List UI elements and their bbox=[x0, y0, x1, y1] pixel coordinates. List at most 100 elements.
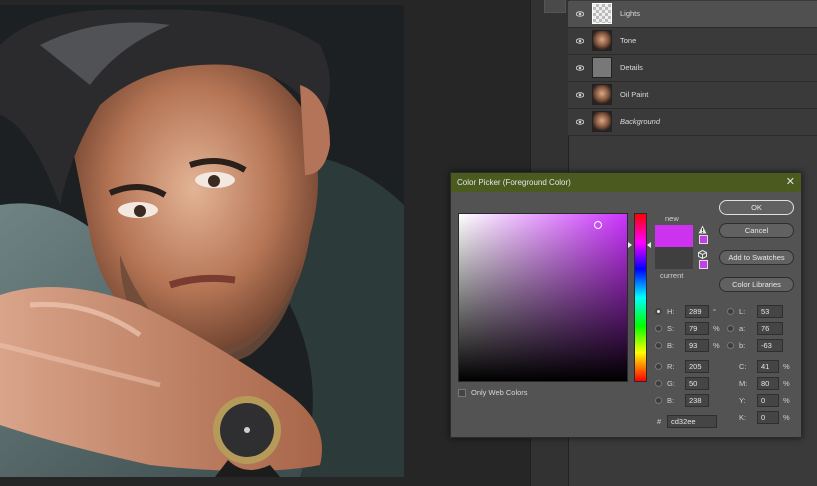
black-label: K: bbox=[739, 413, 747, 422]
layer-name: Lights bbox=[620, 9, 641, 18]
a-channel-radio[interactable] bbox=[727, 325, 734, 332]
red-input[interactable]: 205 bbox=[685, 360, 709, 373]
saturation-radio[interactable] bbox=[655, 325, 662, 332]
saturation-unit: % bbox=[713, 324, 720, 333]
eye-icon[interactable] bbox=[576, 118, 584, 126]
blue-input[interactable]: 238 bbox=[685, 394, 709, 407]
portrait-illustration bbox=[0, 5, 404, 477]
saturation-input[interactable]: 79 bbox=[685, 322, 709, 335]
blue-label: B: bbox=[667, 396, 675, 405]
layer-row-details[interactable]: Details bbox=[568, 55, 817, 82]
only-web-colors-label: Only Web Colors bbox=[471, 388, 528, 397]
layer-thumbnail bbox=[592, 57, 612, 78]
magenta-input[interactable]: 80 bbox=[757, 377, 779, 390]
a-channel-input[interactable]: 76 bbox=[757, 322, 783, 335]
hue-input[interactable]: 289 bbox=[685, 305, 709, 318]
b-channel-label: b: bbox=[739, 341, 746, 350]
green-input[interactable]: 50 bbox=[685, 377, 709, 390]
color-picker-dialog: Color Picker (Foreground Color) ✕ new cu… bbox=[450, 172, 802, 438]
hex-field-row: # cd32ee bbox=[655, 415, 725, 429]
yellow-input[interactable]: 0 bbox=[757, 394, 779, 407]
brightness-radio[interactable] bbox=[655, 342, 662, 349]
magenta-unit: % bbox=[783, 379, 790, 388]
yellow-field-row: Y: 0 % bbox=[727, 394, 797, 408]
layer-thumbnail bbox=[592, 30, 612, 51]
layer-row-lights[interactable]: Lights bbox=[568, 1, 817, 28]
green-radio[interactable] bbox=[655, 380, 662, 387]
blue-radio[interactable] bbox=[655, 397, 662, 404]
current-color-label: current bbox=[660, 271, 684, 280]
new-color-label: new bbox=[665, 214, 679, 223]
portrait-photo[interactable] bbox=[0, 5, 404, 477]
web-safe-color-chip[interactable] bbox=[699, 260, 708, 269]
a-channel-label: a: bbox=[739, 324, 746, 333]
layer-row-oil-paint[interactable]: Oil Paint bbox=[568, 82, 817, 109]
color-libraries-button[interactable]: Color Libraries bbox=[719, 277, 794, 292]
hue-slider-handle-left[interactable] bbox=[628, 242, 632, 248]
red-label: R: bbox=[667, 362, 675, 371]
yellow-unit: % bbox=[783, 396, 790, 405]
cyan-input[interactable]: 41 bbox=[757, 360, 779, 373]
yellow-label: Y: bbox=[739, 396, 746, 405]
eye-icon[interactable] bbox=[576, 10, 584, 18]
blue-field-row: B: 238 bbox=[655, 394, 725, 408]
saturation-brightness-field[interactable] bbox=[458, 213, 628, 382]
lightness-field-row: L: 53 bbox=[727, 305, 797, 319]
ok-button[interactable]: OK bbox=[719, 200, 794, 215]
new-color-swatch bbox=[655, 225, 693, 247]
red-field-row: R: 205 bbox=[655, 360, 725, 374]
hue-slider[interactable] bbox=[634, 213, 647, 382]
cyan-unit: % bbox=[783, 362, 790, 371]
brightness-unit: % bbox=[713, 341, 720, 350]
cyan-field-row: C: 41 % bbox=[727, 360, 797, 374]
gamut-color-chip[interactable] bbox=[699, 235, 708, 244]
layer-row-tone[interactable]: Tone bbox=[568, 28, 817, 55]
eye-icon[interactable] bbox=[576, 37, 584, 45]
hue-unit: ° bbox=[713, 307, 716, 316]
magenta-field-row: M: 80 % bbox=[727, 377, 797, 391]
red-radio[interactable] bbox=[655, 363, 662, 370]
close-icon[interactable]: ✕ bbox=[786, 173, 795, 192]
layer-thumbnail bbox=[592, 84, 612, 105]
panel-tool-button[interactable] bbox=[544, 0, 566, 13]
black-input[interactable]: 0 bbox=[757, 411, 779, 424]
layer-name: Tone bbox=[620, 36, 637, 45]
brightness-field-row: B: 93 % bbox=[655, 339, 725, 353]
layer-thumbnail bbox=[592, 111, 612, 132]
dialog-title: Color Picker (Foreground Color) bbox=[457, 178, 571, 187]
eye-icon[interactable] bbox=[576, 91, 584, 99]
saturation-label: S: bbox=[667, 324, 675, 333]
layer-name: Background bbox=[620, 117, 661, 126]
out-of-gamut-warning-icon[interactable] bbox=[698, 225, 707, 234]
layer-thumbnail bbox=[592, 3, 612, 24]
cyan-label: C: bbox=[739, 362, 747, 371]
green-label: G: bbox=[667, 379, 675, 388]
a-channel-field-row: a: 76 bbox=[727, 322, 797, 336]
hue-field-row: H: 289 ° bbox=[655, 305, 725, 319]
lightness-input[interactable]: 53 bbox=[757, 305, 783, 318]
hex-input[interactable]: cd32ee bbox=[667, 415, 717, 428]
b-channel-radio[interactable] bbox=[727, 342, 734, 349]
only-web-colors-checkbox[interactable] bbox=[458, 389, 466, 397]
saturation-field-row: S: 79 % bbox=[655, 322, 725, 336]
eye-icon[interactable] bbox=[576, 64, 584, 72]
b-channel-input[interactable]: -63 bbox=[757, 339, 783, 352]
lightness-radio[interactable] bbox=[727, 308, 734, 315]
b-channel-field-row: b: -63 bbox=[727, 339, 797, 353]
dialog-title-bar[interactable]: Color Picker (Foreground Color) ✕ bbox=[451, 173, 801, 192]
brightness-label: B: bbox=[667, 341, 675, 350]
magenta-label: M: bbox=[739, 379, 748, 388]
layer-row-background[interactable]: Background bbox=[568, 109, 817, 136]
hue-slider-handle-right[interactable] bbox=[647, 242, 651, 248]
hue-radio[interactable] bbox=[655, 308, 662, 315]
hex-label: # bbox=[657, 417, 662, 426]
cancel-button[interactable]: Cancel bbox=[719, 223, 794, 238]
current-color-swatch[interactable] bbox=[655, 247, 693, 269]
brightness-input[interactable]: 93 bbox=[685, 339, 709, 352]
hue-label: H: bbox=[667, 307, 675, 316]
add-to-swatches-button[interactable]: Add to Swatches bbox=[719, 250, 794, 265]
color-cursor[interactable] bbox=[594, 221, 602, 229]
lightness-label: L: bbox=[739, 307, 746, 316]
web-safe-cube-icon[interactable] bbox=[698, 250, 707, 259]
black-unit: % bbox=[783, 413, 790, 422]
